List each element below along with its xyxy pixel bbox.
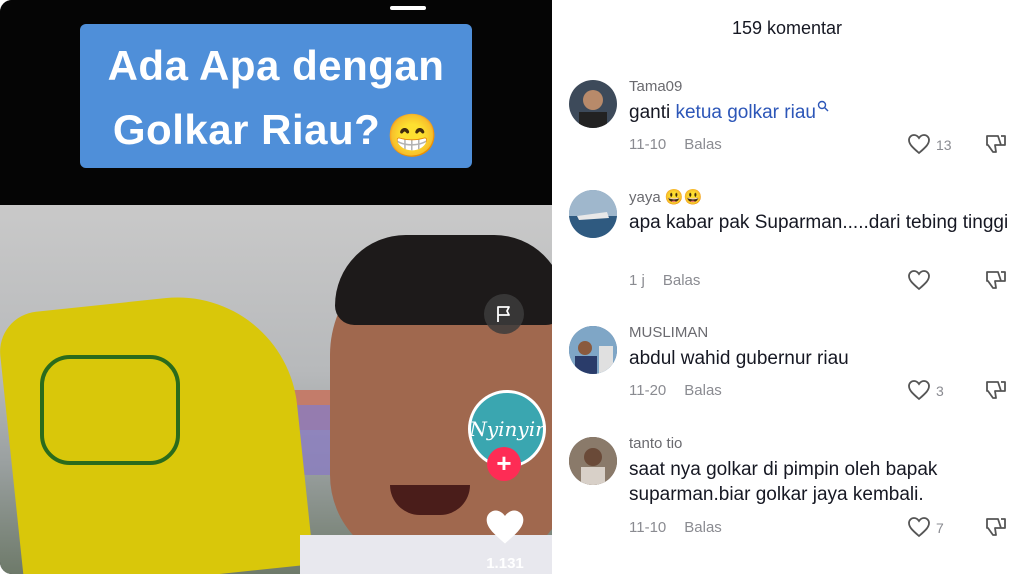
- comment-username[interactable]: MUSLIMAN: [629, 324, 708, 341]
- comment-username[interactable]: yaya 😃😃: [629, 188, 702, 206]
- comment-text-plain: ganti: [629, 102, 676, 123]
- report-button[interactable]: [484, 294, 524, 334]
- comment-date: 11-20: [629, 382, 667, 399]
- search-icon[interactable]: [817, 100, 829, 112]
- comment-meta: 1 j Balas: [629, 272, 700, 289]
- heart-outline-icon[interactable]: [906, 379, 932, 401]
- comment-date: 11-10: [629, 519, 667, 536]
- heart-outline-icon[interactable]: [906, 516, 932, 538]
- video-title-card: Ada Apa dengan Golkar Riau? 😁: [80, 24, 472, 168]
- comment-date: 11-10: [629, 136, 667, 153]
- comment-count-header: 159 komentar: [731, 18, 843, 38]
- video-title-line1: Ada Apa dengan: [107, 42, 445, 89]
- grin-emoji-icon: 😁: [386, 112, 440, 159]
- dislike-icon[interactable]: [984, 516, 1008, 538]
- reply-button[interactable]: Balas: [684, 136, 722, 153]
- heart-outline-icon[interactable]: [906, 269, 932, 291]
- heart-icon: [486, 510, 524, 544]
- video-title-text: Golkar Riau?: [112, 106, 381, 153]
- reply-button[interactable]: Balas: [684, 382, 722, 399]
- search-link[interactable]: ketua golkar riau: [675, 102, 815, 123]
- heart-outline-icon[interactable]: [906, 133, 932, 155]
- comment-item: tanto tio saat nya golkar di pimpin oleh…: [556, 435, 1024, 557]
- dislike-icon[interactable]: [984, 379, 1008, 401]
- comment-avatar[interactable]: [569, 437, 617, 485]
- comment-text: saat nya golkar di pimpin oleh bapak sup…: [629, 459, 938, 505]
- reply-button[interactable]: Balas: [684, 519, 722, 536]
- video-frame: [0, 205, 552, 574]
- reply-button[interactable]: Balas: [663, 272, 701, 289]
- flag-icon: [497, 306, 510, 322]
- comment-meta: 11-10 Balas: [629, 519, 722, 536]
- comment-avatar[interactable]: [569, 80, 617, 128]
- video-title-line2: Golkar Riau? 😁: [80, 106, 472, 161]
- dislike-icon[interactable]: [984, 269, 1008, 291]
- comment-text: apa kabar pak Suparman.....dari tebing t…: [629, 212, 1009, 233]
- comment-avatar[interactable]: [569, 190, 617, 238]
- comment-item: Tama09 ganti ketua golkar riau 11-10 Bala…: [556, 78, 1024, 200]
- comment-text: abdul wahid gubernur riau: [629, 348, 849, 369]
- comment-meta: 11-20 Balas: [629, 382, 722, 399]
- comment-text: ganti ketua golkar riau: [629, 100, 1009, 125]
- like-count: 1.131: [486, 555, 524, 572]
- comment-username[interactable]: Tama09: [629, 78, 682, 95]
- dislike-icon[interactable]: [984, 133, 1008, 155]
- like-button[interactable]: [483, 505, 527, 549]
- comment-date: 1 j: [629, 272, 645, 289]
- comments-panel: 159 komentar Tama09 ganti ketua golkar r…: [556, 0, 1024, 574]
- comment-item: MUSLIMAN abdul wahid gubernur riau 11-20…: [556, 324, 1024, 446]
- comment-meta: 11-10 Balas: [629, 136, 722, 153]
- creator-avatar-text: Nyinyir: [469, 417, 545, 441]
- comment-item: yaya 😃😃 apa kabar pak Suparman.....dari …: [556, 188, 1024, 310]
- comment-username[interactable]: tanto tio: [629, 435, 682, 452]
- comment-avatar[interactable]: [569, 326, 617, 374]
- comment-like-count: 7: [936, 520, 944, 536]
- smiley-emoji-icon: 😃😃: [664, 189, 703, 206]
- comment-like-count: 13: [936, 137, 952, 153]
- video-caption-band: Ada Apa dengan Golkar Riau? 😁: [0, 0, 552, 205]
- video-player[interactable]: Ada Apa dengan Golkar Riau? 😁 Nyinyir + 1…: [0, 0, 552, 574]
- flag-emblem: [40, 355, 180, 465]
- comment-like-count: 3: [936, 383, 944, 399]
- drag-handle[interactable]: [390, 6, 426, 10]
- follow-button[interactable]: +: [487, 447, 521, 481]
